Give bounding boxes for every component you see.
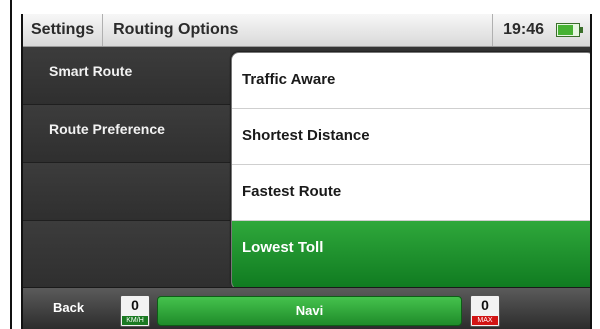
setting-row-smart-route[interactable]: Smart Route — [23, 47, 230, 105]
navi-label: Navi — [295, 303, 324, 318]
speed-unit: KM/H — [122, 316, 148, 325]
option-traffic-aware[interactable]: Traffic Aware — [232, 53, 590, 109]
battery-fill — [558, 25, 574, 35]
max-speed-indicator: 0 MAX — [470, 295, 500, 327]
speed-indicator: 0 KM/H — [120, 295, 150, 327]
max-speed-unit: MAX — [472, 316, 498, 325]
page-title: Routing Options — [113, 21, 239, 38]
main-content: Smart Route Route Preference Traffic Awa… — [23, 47, 590, 290]
frame-left-border — [10, 0, 12, 329]
option-label: Lowest Toll — [242, 239, 324, 256]
option-label: Shortest Distance — [242, 127, 370, 144]
setting-label-smart-route: Smart Route — [49, 63, 133, 79]
settings-list: Smart Route Route Preference — [23, 47, 230, 288]
setting-label-route-preference: Route Preference — [49, 121, 165, 137]
breadcrumb-settings[interactable]: Settings — [23, 14, 104, 46]
option-fastest-route[interactable]: Fastest Route — [232, 165, 590, 221]
speed-value: 0 — [131, 297, 139, 313]
status-area: 19:46 — [492, 14, 590, 46]
option-shortest-distance[interactable]: Shortest Distance — [232, 109, 590, 165]
bottom-bar: Back 0 KM/H Navi 0 MAX — [23, 287, 590, 329]
setting-row-route-preference[interactable]: Route Preference — [23, 105, 230, 163]
max-speed-value: 0 — [481, 297, 489, 313]
clock-time: 19:46 — [492, 14, 554, 46]
option-label: Traffic Aware — [242, 71, 336, 88]
screen-frame: Settings Routing Options 19:46 Smart Rou… — [0, 0, 600, 329]
title-bar: Settings Routing Options 19:46 — [23, 14, 590, 47]
setting-row-empty-3 — [23, 163, 230, 221]
setting-row-empty-4 — [23, 221, 230, 288]
option-label: Fastest Route — [242, 183, 342, 200]
battery-charging-icon — [556, 23, 583, 37]
navi-button[interactable]: Navi — [157, 296, 462, 326]
back-button[interactable]: Back — [53, 300, 84, 315]
route-preference-dropdown: Traffic Aware Shortest Distance Fastest … — [231, 52, 590, 290]
option-lowest-toll[interactable]: Lowest Toll — [232, 221, 590, 289]
device-screen: Settings Routing Options 19:46 Smart Rou… — [21, 14, 592, 329]
